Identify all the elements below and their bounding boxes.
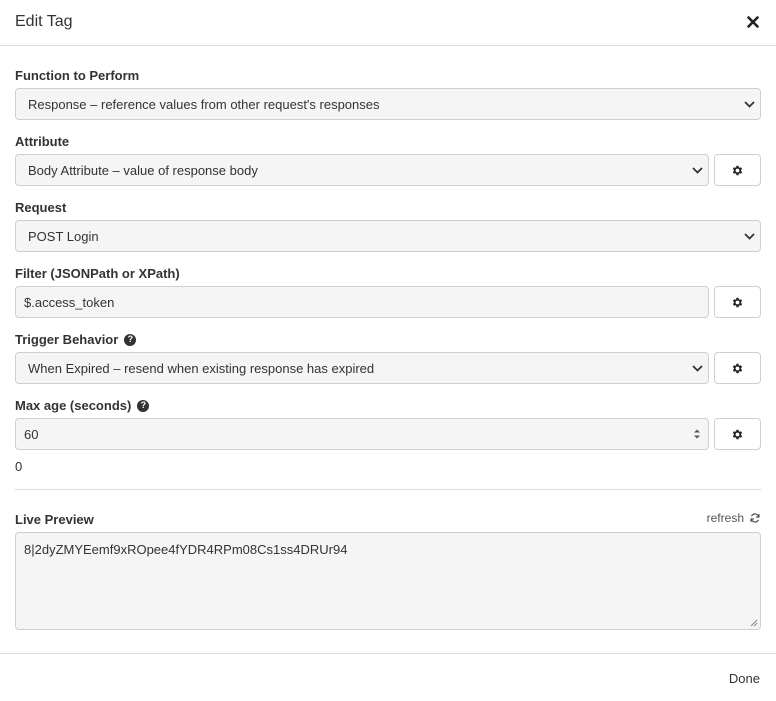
request-label: Request xyxy=(15,200,67,215)
trigger-settings-button[interactable] xyxy=(714,352,761,384)
request-select[interactable]: POST Login xyxy=(15,220,761,252)
question-circle-icon[interactable]: ? xyxy=(124,333,137,346)
chevron-down-icon xyxy=(738,232,760,240)
max-age-label: Max age (seconds) ? xyxy=(15,398,150,413)
max-age-settings-button[interactable] xyxy=(714,418,761,450)
gear-icon xyxy=(732,363,743,373)
dialog-title: Edit Tag xyxy=(15,13,73,30)
chevron-down-icon xyxy=(686,166,708,174)
filter-label: Filter (JSONPath or XPath) xyxy=(15,266,180,281)
request-select-value: POST Login xyxy=(28,228,99,244)
attribute-select-value: Body Attribute – value of response body xyxy=(28,162,258,178)
close-icon[interactable] xyxy=(744,12,762,32)
live-preview-value: 8|2dyZMYEemf9xROpee4fYDR4RPm08Cs1ss4DRUr… xyxy=(24,542,348,557)
filter-input-value: $.access_token xyxy=(24,294,115,310)
gear-icon xyxy=(732,165,743,175)
done-button[interactable]: Done xyxy=(729,671,760,686)
filter-input[interactable]: $.access_token xyxy=(15,286,709,318)
dialog-header: Edit Tag xyxy=(0,0,776,46)
refresh-button[interactable]: refresh xyxy=(707,511,761,525)
number-stepper-icon[interactable] xyxy=(686,428,708,440)
function-select[interactable]: Response – reference values from other r… xyxy=(15,88,761,120)
footer-divider xyxy=(0,653,776,654)
refresh-label: refresh xyxy=(706,511,744,525)
trigger-select-value: When Expired – resend when existing resp… xyxy=(28,360,375,376)
max-age-input[interactable]: 60 xyxy=(15,418,709,450)
live-preview-label: Live Preview xyxy=(15,512,94,527)
live-preview-textarea[interactable]: 8|2dyZMYEemf9xROpee4fYDR4RPm08Cs1ss4DRUr… xyxy=(15,532,761,630)
gear-icon xyxy=(732,429,743,439)
gear-icon xyxy=(732,297,743,307)
attribute-select[interactable]: Body Attribute – value of response body xyxy=(15,154,709,186)
chevron-down-icon xyxy=(686,364,708,372)
function-label: Function to Perform xyxy=(15,68,140,83)
max-age-static-value: 0 xyxy=(15,459,23,474)
refresh-icon xyxy=(750,513,760,523)
resize-handle-icon[interactable] xyxy=(749,618,758,627)
chevron-down-icon xyxy=(738,100,760,108)
section-divider xyxy=(15,489,761,490)
attribute-label: Attribute xyxy=(15,134,70,149)
max-age-input-value: 60 xyxy=(24,426,39,442)
trigger-label: Trigger Behavior ? xyxy=(15,332,137,347)
question-circle-icon[interactable]: ? xyxy=(137,399,150,412)
attribute-settings-button[interactable] xyxy=(714,154,761,186)
trigger-select[interactable]: When Expired – resend when existing resp… xyxy=(15,352,709,384)
filter-settings-button[interactable] xyxy=(714,286,761,318)
function-select-value: Response – reference values from other r… xyxy=(28,96,380,112)
